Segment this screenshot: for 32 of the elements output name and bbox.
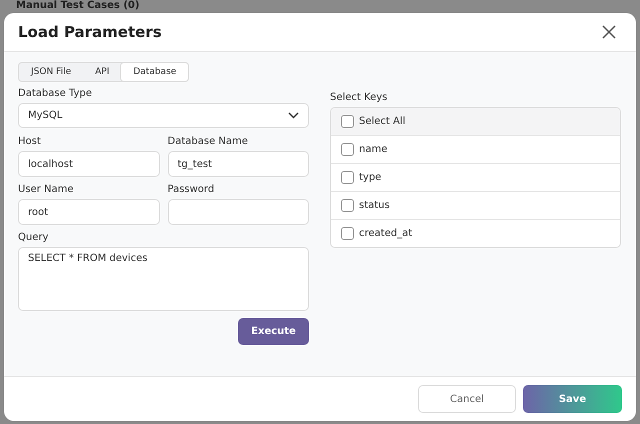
input-field[interactable]	[168, 199, 309, 225]
execute-button[interactable]: Execute	[238, 318, 309, 345]
field-label: Database Type	[18, 88, 93, 99]
tab[interactable]: Database	[121, 63, 188, 81]
checkbox-label: status	[359, 200, 390, 211]
input-field[interactable]: localhost	[18, 151, 160, 177]
input-field[interactable]: tg_test	[168, 151, 309, 177]
checkbox-label: name	[359, 144, 388, 155]
input-field[interactable]: root	[18, 199, 160, 225]
database-type-select[interactable]: MySQL	[18, 103, 309, 128]
cancel-button[interactable]: Cancel	[418, 385, 516, 413]
chevron-down-icon	[288, 112, 299, 119]
close-icon[interactable]	[602, 25, 616, 39]
checkbox-label: created_at	[359, 228, 412, 239]
checkbox-label: type	[359, 172, 382, 183]
checkbox[interactable]	[341, 143, 354, 156]
field-label: Query	[18, 232, 50, 243]
tab[interactable]: API	[83, 63, 122, 81]
field-label: Select Keys	[330, 92, 388, 103]
field-label: Host	[18, 136, 42, 147]
field-label: Database Name	[168, 136, 249, 147]
page-title: Manual Test Cases (0)	[16, 0, 140, 12]
dialog-title: Load Parameters	[18, 23, 162, 41]
checkbox[interactable]	[341, 199, 354, 212]
checkbox[interactable]	[341, 115, 354, 128]
tab[interactable]: JSON File	[19, 63, 84, 81]
field-label: Password	[168, 184, 216, 195]
checkbox[interactable]	[341, 227, 354, 240]
field-label: User Name	[18, 184, 74, 195]
checkbox[interactable]	[341, 171, 354, 184]
query-textarea[interactable]: SELECT * FROM devices	[18, 247, 309, 311]
checkbox-label: Select All	[359, 116, 406, 127]
